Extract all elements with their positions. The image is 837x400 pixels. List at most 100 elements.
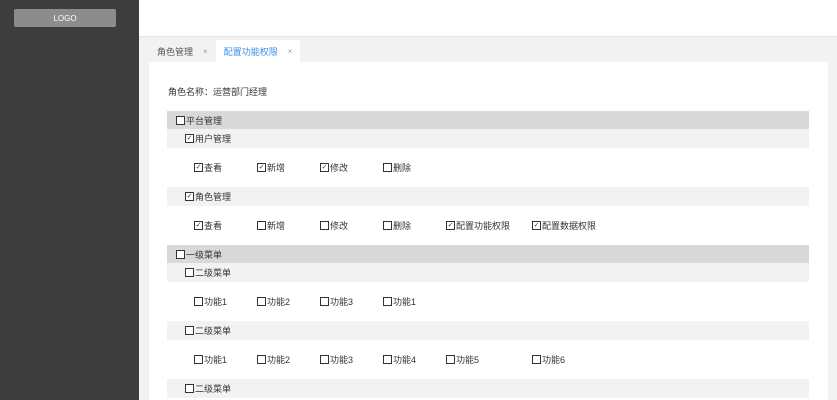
permission-label: 功能1 bbox=[204, 355, 228, 365]
checkbox-unchecked-icon[interactable] bbox=[320, 355, 329, 364]
checkbox-unchecked-icon[interactable] bbox=[532, 355, 541, 364]
permission-tree: 平台管理 ✓ 用户管理 ✓ 查看 ✓ 新增 ✓ 修改 删除 ✓ 角色管理 ✓ 查看 新增 修… bbox=[167, 111, 809, 398]
permission-checkbox[interactable]: 功能1 bbox=[194, 295, 257, 308]
permission-checkbox[interactable]: 功能2 bbox=[257, 295, 320, 308]
close-icon[interactable]: × bbox=[288, 47, 293, 56]
permission-label: 角色管理 bbox=[195, 192, 232, 202]
checkbox-unchecked-icon[interactable] bbox=[320, 297, 329, 306]
permission-actions: 功能1 功能2 功能3 功能1 bbox=[167, 282, 809, 321]
permission-checkbox[interactable]: ✓ 查看 bbox=[194, 219, 257, 232]
permission-label: 修改 bbox=[330, 221, 349, 231]
permission-label: 一级菜单 bbox=[186, 249, 223, 260]
checkbox-unchecked-icon[interactable] bbox=[185, 326, 194, 335]
permission-label: 功能5 bbox=[456, 355, 480, 365]
checkbox-unchecked-icon[interactable] bbox=[257, 297, 266, 306]
checkbox-checked-icon[interactable]: ✓ bbox=[257, 163, 266, 172]
permission-subgroup: 二级菜单 bbox=[167, 263, 809, 282]
close-icon[interactable]: × bbox=[203, 47, 208, 56]
permission-label: 新增 bbox=[267, 163, 286, 173]
permission-subgroup: 二级菜单 bbox=[167, 321, 809, 340]
permission-checkbox[interactable]: ✓ 用户管理 bbox=[185, 132, 231, 145]
permission-checkbox[interactable]: 二级菜单 bbox=[185, 266, 231, 279]
permission-actions: ✓ 查看 新增 修改 删除 ✓ 配置功能权限 ✓ 配置数据权限 bbox=[167, 206, 809, 245]
permission-checkbox[interactable]: 功能5 bbox=[446, 353, 532, 366]
tab-role-management[interactable]: 角色管理 × bbox=[149, 40, 216, 62]
checkbox-checked-icon[interactable]: ✓ bbox=[194, 221, 203, 230]
permission-checkbox[interactable]: 修改 bbox=[320, 219, 383, 232]
permission-subgroup: 二级菜单 bbox=[167, 379, 809, 398]
permission-checkbox[interactable]: 功能3 bbox=[320, 353, 383, 366]
logo: LOGO bbox=[14, 9, 116, 27]
checkbox-unchecked-icon[interactable] bbox=[320, 221, 329, 230]
permission-label: 功能1 bbox=[393, 297, 417, 307]
checkbox-checked-icon[interactable]: ✓ bbox=[185, 134, 194, 143]
permission-checkbox[interactable]: 一级菜单 bbox=[176, 248, 222, 261]
permission-label: 查看 bbox=[204, 163, 223, 173]
permission-checkbox[interactable]: 新增 bbox=[257, 219, 320, 232]
permission-label: 查看 bbox=[204, 221, 223, 231]
checkbox-unchecked-icon[interactable] bbox=[185, 268, 194, 277]
permission-subgroup: ✓ 用户管理 bbox=[167, 129, 809, 148]
permission-label: 二级菜单 bbox=[195, 268, 232, 278]
checkbox-checked-icon[interactable]: ✓ bbox=[532, 221, 541, 230]
checkbox-unchecked-icon[interactable] bbox=[185, 384, 194, 393]
top-bar bbox=[139, 0, 837, 37]
permission-checkbox[interactable]: 删除 bbox=[383, 161, 446, 174]
permission-label: 平台管理 bbox=[186, 115, 223, 126]
checkbox-checked-icon[interactable]: ✓ bbox=[320, 163, 329, 172]
permission-group: 一级菜单 bbox=[167, 245, 809, 263]
checkbox-unchecked-icon[interactable] bbox=[257, 221, 266, 230]
tab-label: 角色管理 bbox=[157, 46, 194, 57]
checkbox-unchecked-icon[interactable] bbox=[194, 355, 203, 364]
permission-label: 功能2 bbox=[267, 355, 291, 365]
permission-label: 功能6 bbox=[542, 355, 566, 365]
permission-label: 新增 bbox=[267, 221, 286, 231]
permission-checkbox[interactable]: 删除 bbox=[383, 219, 446, 232]
permission-actions: ✓ 查看 ✓ 新增 ✓ 修改 删除 bbox=[167, 148, 809, 187]
permission-checkbox[interactable]: 功能3 bbox=[320, 295, 383, 308]
checkbox-checked-icon[interactable]: ✓ bbox=[446, 221, 455, 230]
permission-group: 平台管理 bbox=[167, 111, 809, 129]
permission-label: 配置数据权限 bbox=[542, 221, 597, 231]
permission-checkbox[interactable]: 功能4 bbox=[383, 353, 446, 366]
permission-checkbox[interactable]: ✓ 查看 bbox=[194, 161, 257, 174]
tab-config-function-permission[interactable]: 配置功能权限 × bbox=[215, 40, 301, 62]
checkbox-unchecked-icon[interactable] bbox=[383, 221, 392, 230]
permission-checkbox[interactable]: ✓ 配置数据权限 bbox=[532, 219, 618, 232]
checkbox-unchecked-icon[interactable] bbox=[194, 297, 203, 306]
checkbox-unchecked-icon[interactable] bbox=[383, 163, 392, 172]
permission-subgroup: ✓ 角色管理 bbox=[167, 187, 809, 206]
permission-checkbox[interactable]: 功能1 bbox=[194, 353, 257, 366]
permission-label: 功能1 bbox=[204, 297, 228, 307]
permission-checkbox[interactable]: 二级菜单 bbox=[185, 324, 231, 337]
permission-label: 配置功能权限 bbox=[456, 221, 511, 231]
checkbox-unchecked-icon[interactable] bbox=[257, 355, 266, 364]
checkbox-unchecked-icon[interactable] bbox=[383, 355, 392, 364]
permission-checkbox[interactable]: 平台管理 bbox=[176, 114, 222, 127]
tab-label: 配置功能权限 bbox=[223, 46, 278, 57]
checkbox-checked-icon[interactable]: ✓ bbox=[194, 163, 203, 172]
checkbox-unchecked-icon[interactable] bbox=[383, 297, 392, 306]
sidebar: LOGO bbox=[0, 0, 139, 400]
permission-label: 二级菜单 bbox=[195, 326, 232, 336]
permission-label: 二级菜单 bbox=[195, 384, 232, 394]
checkbox-unchecked-icon[interactable] bbox=[446, 355, 455, 364]
checkbox-unchecked-icon[interactable] bbox=[176, 115, 185, 125]
permission-checkbox[interactable]: ✓ 新增 bbox=[257, 161, 320, 174]
checkbox-unchecked-icon[interactable] bbox=[176, 249, 185, 259]
permission-label: 修改 bbox=[330, 163, 349, 173]
permission-checkbox[interactable]: 功能1 bbox=[383, 295, 446, 308]
checkbox-checked-icon[interactable]: ✓ bbox=[185, 192, 194, 201]
permission-checkbox[interactable]: 二级菜单 bbox=[185, 382, 231, 395]
permission-label: 功能3 bbox=[330, 297, 354, 307]
permission-checkbox[interactable]: ✓ 配置功能权限 bbox=[446, 219, 532, 232]
main-content: 角色名称：运营部门经理 平台管理 ✓ 用户管理 ✓ 查看 ✓ 新增 ✓ 修改 删除 ✓ 角… bbox=[149, 62, 828, 400]
permission-checkbox[interactable]: 功能2 bbox=[257, 353, 320, 366]
permission-checkbox[interactable]: ✓ 修改 bbox=[320, 161, 383, 174]
permission-label: 删除 bbox=[393, 163, 412, 173]
permission-label: 功能2 bbox=[267, 297, 291, 307]
permission-checkbox[interactable]: 功能6 bbox=[532, 353, 618, 366]
role-name-label: 角色名称：运营部门经理 bbox=[168, 87, 268, 97]
permission-checkbox[interactable]: ✓ 角色管理 bbox=[185, 190, 231, 203]
permission-label: 用户管理 bbox=[195, 134, 232, 144]
